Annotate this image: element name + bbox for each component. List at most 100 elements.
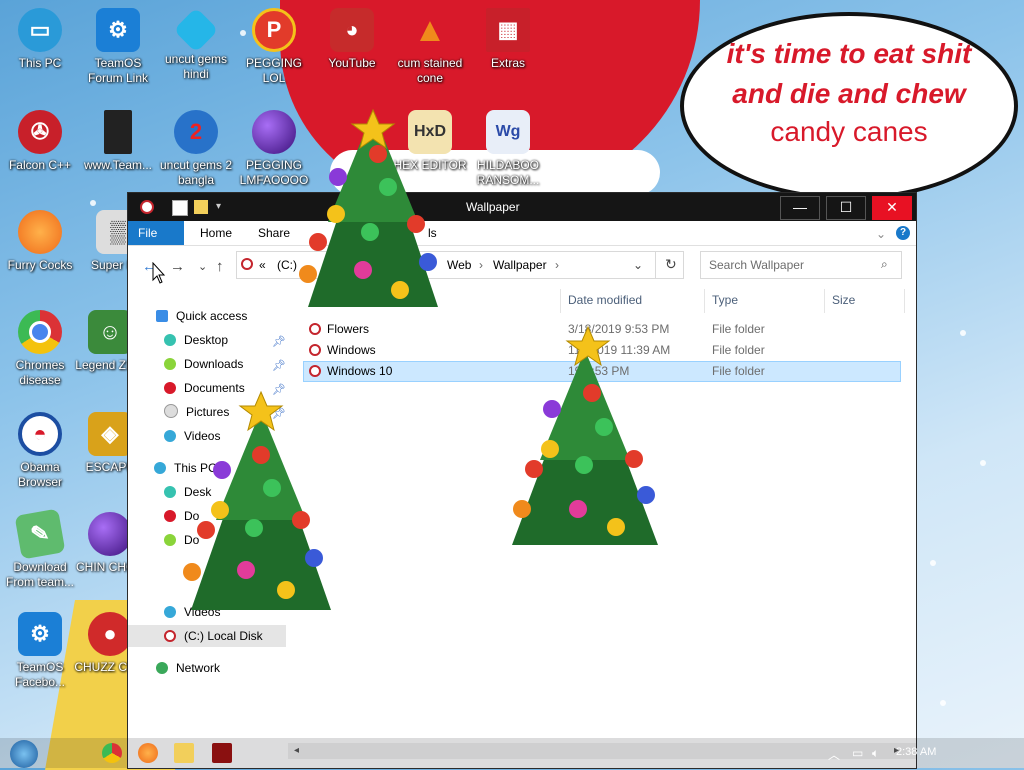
gem-2-icon: 2 xyxy=(174,110,218,154)
desktop-icon-label: Falcon C++ xyxy=(8,158,72,172)
desktop-icon-extras[interactable]: ▦ Extras xyxy=(468,8,548,71)
speech-line-1: it's time to eat shit xyxy=(726,38,972,69)
desktop-icon-label: uncut gems 2 bangla xyxy=(159,158,233,187)
wg-icon: Wg xyxy=(486,110,530,154)
network-tray-icon[interactable]: ▭ xyxy=(852,746,863,760)
desktop-icon-download[interactable]: ✎ Download From team... xyxy=(0,508,80,590)
desktop-icon-label: HILDABOO RANSOM... xyxy=(476,158,540,187)
column-size[interactable]: Size xyxy=(832,293,855,307)
downloads-icon xyxy=(164,534,176,546)
address-divider xyxy=(655,252,656,278)
file-type-cell: File folder xyxy=(712,343,765,357)
breadcrumb-separator-icon: › xyxy=(479,258,483,272)
forward-button[interactable]: → xyxy=(170,258,185,275)
nav-network[interactable]: Network xyxy=(156,657,220,679)
volume-icon[interactable]: 🔈︎ xyxy=(872,746,879,761)
desktop-icon xyxy=(164,334,176,346)
column-separator[interactable] xyxy=(824,289,825,313)
chevron-down-icon[interactable]: ▾ xyxy=(216,200,230,214)
new-folder-icon[interactable] xyxy=(194,200,208,214)
properties-icon[interactable] xyxy=(172,200,188,216)
app-taskbar-icon[interactable] xyxy=(212,743,232,763)
desktop-icon-uncut-gems-hindi[interactable]: uncut gems hindi xyxy=(156,7,236,82)
search-input[interactable]: Search Wallpaper xyxy=(709,258,804,272)
maximize-button[interactable]: ☐ xyxy=(826,196,866,220)
desktop-icon-hildaboo[interactable]: Wg HILDABOO RANSOM... xyxy=(468,110,548,188)
gear-icon: ⚙ xyxy=(18,612,62,656)
column-separator[interactable] xyxy=(704,289,705,313)
file-type-cell: File folder xyxy=(712,364,765,378)
desktop-icon-www-team[interactable]: www.Team... xyxy=(78,110,158,173)
breadcrumb-wallpaper[interactable]: Wallpaper xyxy=(493,258,547,272)
desktop-icon-obama-browser[interactable]: ◓ Obama Browser xyxy=(0,412,80,490)
column-type[interactable]: Type xyxy=(712,293,738,307)
christmas-tree-decoration xyxy=(512,325,658,545)
close-button[interactable]: ✕ xyxy=(872,196,912,220)
falcon-icon: ✇ xyxy=(18,110,62,154)
network-icon xyxy=(156,662,168,674)
desktop-icon-this-pc[interactable]: ▭ This PC xyxy=(0,8,80,71)
file-type-cell: File folder xyxy=(712,322,765,336)
desktop-icon-firefox[interactable]: Furry Cocks xyxy=(0,210,80,273)
desktop-icon-teamos-facebook[interactable]: ⚙ TeamOS Facebo... xyxy=(0,612,80,690)
desktop-icon-cone[interactable]: ▲ cum stained cone xyxy=(390,8,470,86)
nav-quick-access[interactable]: Quick access xyxy=(156,305,247,327)
firefox-taskbar-icon[interactable] xyxy=(138,743,158,763)
nav-item-label: Downloads xyxy=(184,357,244,371)
desktop-icon-youtube[interactable]: ◕ YouTube xyxy=(312,8,392,71)
breadcrumb-separator-icon: › xyxy=(555,258,559,272)
desktop-icon-label: TeamOS Forum Link xyxy=(87,56,149,85)
breadcrumb-overflow[interactable]: « xyxy=(259,258,266,272)
ribbon-expand-icon[interactable]: ⌄ xyxy=(876,227,886,241)
folder-icon xyxy=(309,365,321,377)
desktop-icon-label: Chromes disease xyxy=(15,358,65,387)
puzzle-icon: ◈ xyxy=(88,412,132,456)
desktop-icon-label: Extras xyxy=(490,56,525,70)
book-icon xyxy=(104,110,132,154)
address-dropdown-icon[interactable]: ⌄ xyxy=(633,258,643,272)
zelda-icon: ☺ xyxy=(88,310,132,354)
desktop-icon-uncut-gems-2[interactable]: 2 uncut gems 2 bangla xyxy=(156,110,236,188)
star-icon xyxy=(156,310,168,322)
tray-chevron-icon[interactable]: ︿ xyxy=(828,746,840,763)
desktop-icon-label: Furry Cocks xyxy=(7,258,73,272)
desktop-icon-pegging-lol[interactable]: P PEGGING LOL xyxy=(234,8,314,86)
desktop-icon xyxy=(164,486,176,498)
nav-item-desktop[interactable]: Desktop xyxy=(164,329,228,351)
desktop-icon-teamos-forum[interactable]: ⚙ TeamOS Forum Link xyxy=(78,8,158,86)
pegasus-p-icon: P xyxy=(252,8,296,52)
minimize-button[interactable]: — xyxy=(780,196,820,220)
refresh-button[interactable]: ↻ xyxy=(665,256,677,273)
pin-icon[interactable]: 📌︎ xyxy=(272,359,286,372)
gift-box-icon: ▦ xyxy=(486,8,530,52)
clock[interactable]: 2:38 AM xyxy=(896,746,936,758)
pin-icon[interactable]: 📌︎ xyxy=(272,335,286,348)
start-button[interactable] xyxy=(10,740,38,768)
search-icon[interactable]: ⌕ xyxy=(881,257,888,272)
documents-icon xyxy=(164,382,176,394)
desktop-icon-chrome[interactable]: Chromes disease xyxy=(0,310,80,388)
tab-file[interactable]: File xyxy=(128,221,184,245)
up-button[interactable]: ↑ xyxy=(216,258,224,275)
title-bar[interactable]: ▾ Wallpaper — ☐ ✕ xyxy=(128,193,916,221)
nav-network-label: Network xyxy=(176,661,221,675)
search-box[interactable]: Search Wallpaper ⌕ xyxy=(700,251,902,279)
ribbon-tabs: File Home Share ls ⌄ ? xyxy=(128,221,916,246)
desktop-icon-label: YouTube xyxy=(328,56,376,70)
nav-item-downloads[interactable]: Downloads xyxy=(164,353,243,375)
documents-icon xyxy=(164,510,176,522)
desktop-icon-label: cum stained cone xyxy=(397,56,463,85)
chrome-taskbar-icon[interactable] xyxy=(102,743,122,763)
column-separator[interactable] xyxy=(904,289,905,313)
file-explorer-taskbar-icon[interactable] xyxy=(174,743,194,763)
desktop-icon-falcon[interactable]: ✇ Falcon C++ xyxy=(0,110,80,173)
help-icon[interactable]: ? xyxy=(896,226,910,240)
recent-locations-button[interactable]: ⌄ xyxy=(198,260,207,273)
taskbar: ︿ ▭ 🔈︎ 2:38 AM xyxy=(0,738,1024,768)
desktop-icon-label: Obama Browser xyxy=(17,460,62,489)
traffic-cone-icon: ▲ xyxy=(413,10,447,49)
tab-home[interactable]: Home xyxy=(190,221,242,245)
navigation-bar: ← → ⌄ ↑ « (C:) Web › Wallpaper › ⌄ ↻ Sea… xyxy=(128,246,916,286)
column-date-modified[interactable]: Date modified xyxy=(568,293,642,307)
column-separator[interactable] xyxy=(560,289,561,313)
